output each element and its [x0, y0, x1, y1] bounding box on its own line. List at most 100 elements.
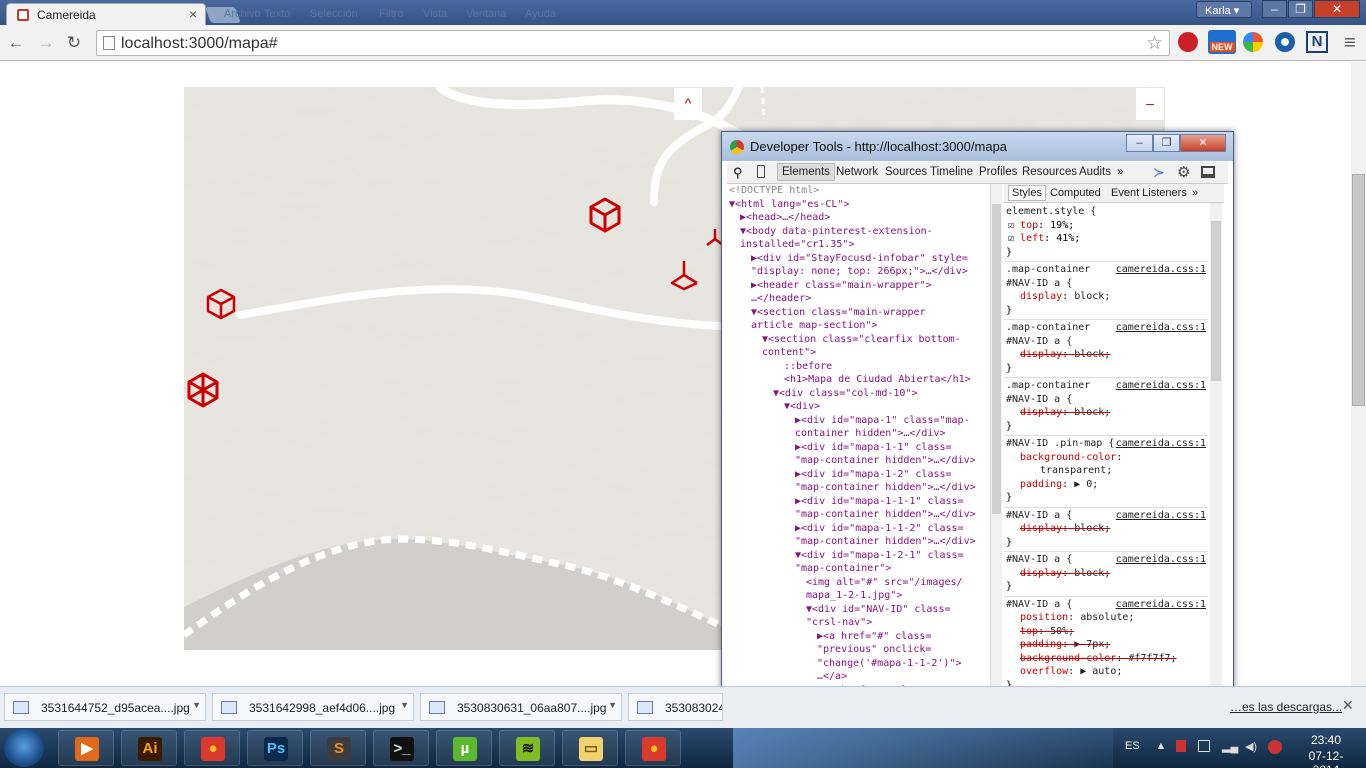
- property-name[interactable]: left: [1020, 233, 1044, 244]
- dom-node-line[interactable]: ▶<div id="mapa-1-1-2" class=: [727, 522, 989, 536]
- tab-close-icon[interactable]: ×: [189, 6, 197, 22]
- dom-node-line[interactable]: …</header>: [727, 292, 989, 306]
- download-item[interactable]: 3531644752_d95acea....jpg ▼: [4, 693, 206, 721]
- tray-expand-icon[interactable]: ▲: [1154, 740, 1168, 754]
- rule-source-link[interactable]: camereida.css:1: [1116, 321, 1206, 335]
- property-name[interactable]: position: [1020, 612, 1068, 623]
- dom-node-line[interactable]: ▼<div>: [727, 400, 989, 414]
- scrollbar-thumb[interactable]: [1352, 174, 1365, 406]
- rule-source-link[interactable]: camereida.css:1: [1116, 263, 1206, 277]
- tab-sources[interactable]: Sources: [885, 166, 927, 178]
- style-rule[interactable]: camereida.css:1 #NAV-ID a {display: block…: [1004, 508, 1208, 552]
- property-name[interactable]: display: [1020, 407, 1062, 418]
- dom-node-line[interactable]: …</a>: [727, 670, 989, 684]
- property-value[interactable]: absolute;: [1080, 612, 1134, 623]
- map-zoom-out-button[interactable]: –: [1136, 88, 1164, 120]
- dom-node-line[interactable]: ▼<section class="main-wrapper: [727, 306, 989, 320]
- console-drawer-icon[interactable]: ≻: [1153, 164, 1165, 181]
- device-icon[interactable]: [1198, 740, 1210, 752]
- style-property[interactable]: background-color:: [1006, 451, 1206, 465]
- tab-styles[interactable]: Styles: [1008, 185, 1046, 201]
- chrome-menu-icon[interactable]: ≡: [1340, 33, 1360, 53]
- property-value[interactable]: block;: [1074, 568, 1110, 579]
- dom-node-line[interactable]: "crsl-nav">: [727, 616, 989, 630]
- devtools-titlebar[interactable]: Developer Tools - http://localhost:3000/…: [722, 132, 1233, 161]
- dom-node-line[interactable]: "map-container hidden">…</div>: [727, 454, 989, 468]
- dom-node-line[interactable]: "map-container hidden">…</div>: [727, 535, 989, 549]
- rule-source-link[interactable]: camereida.css:1: [1116, 509, 1206, 523]
- tab-timeline[interactable]: Timeline: [930, 166, 973, 178]
- scrollbar-thumb[interactable]: [1211, 221, 1221, 381]
- dom-node-line[interactable]: "display: none; top: 266px;">…</div>: [727, 265, 989, 279]
- tab-computed[interactable]: Computed: [1050, 187, 1101, 199]
- taskbar-chrome[interactable]: ●: [184, 730, 240, 766]
- clock-time[interactable]: 23:40: [1296, 733, 1356, 747]
- property-value[interactable]: block;: [1074, 523, 1110, 534]
- taskbar-media-player[interactable]: ▶: [58, 730, 114, 766]
- devtools-minimize-button[interactable]: –: [1126, 134, 1153, 152]
- styles-panel[interactable]: element.style {☑ top: 19%; ☑ left: 41%;} c…: [1004, 204, 1208, 732]
- dom-node-line[interactable]: ▶<div id="mapa-1" class="map-: [727, 414, 989, 428]
- dom-node-line[interactable]: ▶<div id="StayFocusd-infobar" style=: [727, 252, 989, 266]
- address-bar[interactable]: localhost:3000/mapa# ☆: [96, 30, 1170, 56]
- dom-node-line[interactable]: ▶<div id="mapa-1-1-1" class=: [727, 495, 989, 509]
- dom-node-line[interactable]: ▶<header class="main-wrapper">: [727, 279, 989, 293]
- property-value[interactable]: ▶ 7px;: [1074, 639, 1110, 650]
- property-name[interactable]: display: [1020, 291, 1062, 302]
- tab-profiles[interactable]: Profiles: [979, 166, 1017, 178]
- chevron-down-icon[interactable]: ▼: [192, 700, 201, 710]
- dom-node-line[interactable]: ▶<div id="mapa-1-2" class=: [727, 468, 989, 482]
- property-name[interactable]: display: [1020, 568, 1062, 579]
- device-mode-icon[interactable]: [757, 165, 765, 178]
- notepad-extension-icon[interactable]: N: [1306, 31, 1328, 53]
- taskbar-file-explorer[interactable]: ▭: [562, 730, 618, 766]
- scrollbar-thumb[interactable]: [992, 204, 1001, 514]
- download-item[interactable]: 3530830241: [628, 693, 723, 721]
- rule-source-link[interactable]: camereida.css:1: [1116, 437, 1206, 451]
- styles-scrollbar[interactable]: [1210, 203, 1222, 732]
- style-property[interactable]: top: 50%;: [1006, 625, 1206, 639]
- gear-icon[interactable]: ⚙: [1177, 163, 1190, 181]
- rule-source-link[interactable]: camereida.css:1: [1116, 553, 1206, 567]
- dom-node-line[interactable]: ▶<head>…</head>: [727, 211, 989, 225]
- dom-node-line[interactable]: ::before: [727, 360, 989, 374]
- style-property[interactable]: display: block;: [1006, 567, 1206, 581]
- taskbar-sublime-text[interactable]: S: [310, 730, 366, 766]
- property-name[interactable]: background-color: [1020, 653, 1116, 664]
- window-close-button[interactable]: ✕: [1314, 0, 1360, 18]
- dom-node-line[interactable]: container hidden">…</div>: [727, 427, 989, 441]
- property-value[interactable]: ▶ auto;: [1080, 666, 1122, 677]
- page-scrollbar[interactable]: [1351, 62, 1366, 686]
- dom-node-line[interactable]: <h1>Mapa de Ciudad Abierta</h1>: [727, 373, 989, 387]
- chevron-down-icon[interactable]: ▼: [400, 700, 409, 710]
- reload-button[interactable]: ↻: [64, 33, 84, 53]
- dom-node-line[interactable]: mapa_1-2-1.jpg">: [727, 589, 989, 603]
- show-all-downloads-link[interactable]: …es las descargas...: [1230, 700, 1342, 714]
- dom-node-line[interactable]: content">: [727, 346, 989, 360]
- tab-camereida[interactable]: Camereida ×: [6, 3, 206, 26]
- dom-node-line[interactable]: ▼<html lang="es-CL">: [727, 198, 989, 212]
- window-maximize-button[interactable]: ❐: [1288, 0, 1313, 18]
- dom-node-line[interactable]: article map-section">: [727, 319, 989, 333]
- taskbar-spotify[interactable]: ≋: [499, 730, 555, 766]
- style-rule[interactable]: camereida.css:1 .map-container #NAV-ID a {…: [1004, 378, 1208, 436]
- volume-icon[interactable]: ◀): [1244, 740, 1258, 754]
- profile-button[interactable]: Karla ▾: [1196, 1, 1252, 18]
- style-property[interactable]: display: block;: [1006, 522, 1206, 536]
- color-wheel-icon[interactable]: [1243, 32, 1263, 52]
- dom-node-line[interactable]: "map-container hidden">…</div>: [727, 481, 989, 495]
- dom-node-line[interactable]: <img alt="#" src="/images/: [727, 576, 989, 590]
- taskbar-illustrator[interactable]: Ai: [121, 730, 177, 766]
- forward-button[interactable]: →: [36, 33, 56, 53]
- style-property[interactable]: overflow: ▶ auto;: [1006, 665, 1206, 679]
- news-extension-icon[interactable]: NEW: [1208, 30, 1236, 54]
- property-value[interactable]: 50%;: [1050, 626, 1074, 637]
- bookmark-star-icon[interactable]: ☆: [1146, 32, 1163, 55]
- property-name[interactable]: display: [1020, 349, 1062, 360]
- dom-node-line[interactable]: installed="cr1.35">: [727, 238, 989, 252]
- language-indicator[interactable]: ES: [1125, 740, 1140, 752]
- property-name[interactable]: background-color: [1020, 452, 1116, 463]
- style-property[interactable]: display: block;: [1006, 406, 1206, 420]
- elements-panel[interactable]: <!DOCTYPE html> ▼<html lang="es-CL"> ▶<hea…: [727, 184, 989, 732]
- property-value[interactable]: 19%;: [1050, 220, 1074, 231]
